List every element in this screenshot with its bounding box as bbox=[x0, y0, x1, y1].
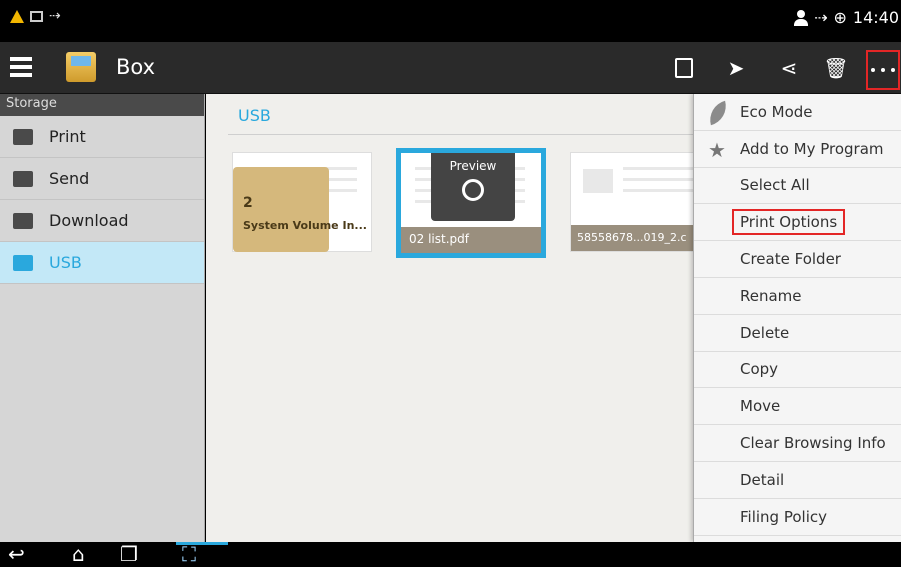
menu-item-select-all[interactable]: Select All bbox=[694, 168, 901, 205]
sidebar-item-print[interactable]: Print bbox=[0, 116, 204, 158]
send-icon[interactable]: ➤ bbox=[722, 54, 750, 82]
menu-item-label: Add to My Program bbox=[740, 139, 884, 158]
app-title: Box bbox=[116, 55, 156, 79]
menu-item-label: Copy bbox=[740, 360, 779, 379]
menu-item-detail[interactable]: Detail bbox=[694, 462, 901, 499]
download-tray-icon bbox=[13, 212, 33, 229]
menu-item-rename[interactable]: Rename bbox=[694, 278, 901, 315]
menu-item-filing-policy[interactable]: Filing Policy bbox=[694, 499, 901, 536]
sidebar-item-usb[interactable]: USB bbox=[0, 242, 204, 284]
menu-item-eco-mode[interactable]: Eco Mode bbox=[694, 94, 901, 131]
usb-status-icon: ⇢ bbox=[814, 8, 828, 27]
back-icon[interactable]: ↩ bbox=[8, 542, 25, 567]
preview-label: Preview bbox=[449, 159, 497, 173]
breadcrumb[interactable]: USB bbox=[238, 106, 271, 125]
print-tray-icon bbox=[13, 128, 33, 145]
sidebar-item-download[interactable]: Download bbox=[0, 200, 204, 242]
file-name: 58558678...019_2.c bbox=[571, 225, 694, 251]
sidebar: Storage Print Send Download USB bbox=[0, 94, 205, 542]
share-icon[interactable]: ⋖ bbox=[775, 54, 803, 82]
menu-item-delete[interactable]: Delete bbox=[694, 315, 901, 352]
print-icon[interactable] bbox=[670, 54, 698, 82]
menu-item-label: Filing Policy bbox=[740, 507, 827, 526]
user-icon bbox=[794, 9, 809, 26]
more-options-icon[interactable] bbox=[866, 50, 900, 90]
menu-item-clear-browsing-info[interactable]: Clear Browsing Info bbox=[694, 425, 901, 462]
sidebar-item-label: Send bbox=[49, 169, 90, 188]
document-thumbnail bbox=[583, 169, 613, 193]
sidebar-item-label: Download bbox=[49, 211, 129, 230]
leaf-icon bbox=[705, 100, 731, 126]
screen-capture-icon[interactable]: ⛶ bbox=[182, 542, 196, 567]
menu-item-label: Move bbox=[740, 397, 781, 416]
breadcrumb-divider bbox=[228, 134, 693, 135]
menu-item-label: Delete bbox=[740, 323, 790, 342]
menu-item-label: Detail bbox=[740, 470, 785, 489]
action-bar: Box ➤ ⋖ 🗑 bbox=[0, 42, 901, 94]
status-bar: ⇢ ⇢ ⊕ 14:40 bbox=[0, 0, 901, 42]
options-menu: Eco Mode ★ Add to My Program Select All … bbox=[693, 94, 901, 542]
menu-item-label: Clear Browsing Info bbox=[740, 434, 886, 453]
home-icon[interactable]: ⌂ bbox=[72, 542, 85, 567]
menu-item-create-folder[interactable]: Create Folder bbox=[694, 241, 901, 278]
warning-icon bbox=[10, 9, 24, 23]
preview-button[interactable]: Preview bbox=[431, 153, 515, 221]
menu-item-print-options[interactable]: Print Options bbox=[694, 204, 901, 242]
sidebar-item-send[interactable]: Send bbox=[0, 158, 204, 200]
menu-item-label: Eco Mode bbox=[740, 102, 813, 121]
sidebar-item-label: USB bbox=[49, 253, 82, 272]
box-app-icon bbox=[66, 52, 96, 82]
send-tray-icon bbox=[13, 170, 33, 187]
trash-icon[interactable]: 🗑 bbox=[822, 54, 850, 82]
folder-count: 2 bbox=[243, 195, 253, 211]
usb-icon bbox=[13, 254, 33, 271]
usb-connection-icon: ⇢ bbox=[49, 8, 61, 24]
document-file-item[interactable]: 58558678...019_2.c bbox=[570, 152, 695, 252]
star-plus-icon: ★ bbox=[708, 137, 726, 162]
zoom-in-icon bbox=[462, 179, 484, 201]
screenshot-icon bbox=[30, 10, 43, 22]
menu-item-label: Create Folder bbox=[740, 250, 841, 269]
recent-apps-icon[interactable]: ❐ bbox=[120, 542, 138, 567]
menu-item-label: Rename bbox=[740, 286, 802, 305]
navigation-bar: ↩ ⌂ ❐ ⛶ bbox=[0, 542, 901, 567]
hamburger-menu-icon[interactable] bbox=[10, 57, 32, 77]
menu-item-copy[interactable]: Copy bbox=[694, 352, 901, 389]
globe-icon: ⊕ bbox=[833, 8, 847, 27]
file-name: 02 list.pdf bbox=[401, 227, 541, 253]
sidebar-item-label: Print bbox=[49, 127, 86, 146]
folder-item[interactable]: 2 System Volume In... bbox=[232, 152, 372, 252]
menu-item-label: Select All bbox=[740, 176, 810, 195]
folder-thumbnail: 2 System Volume In... bbox=[232, 152, 372, 252]
pdf-file-item[interactable]: Preview 02 list.pdf bbox=[396, 148, 546, 258]
sidebar-header: Storage bbox=[0, 94, 204, 116]
menu-item-move[interactable]: Move bbox=[694, 388, 901, 426]
menu-item-add-to-my-program[interactable]: ★ Add to My Program bbox=[694, 131, 901, 168]
menu-item-label: Print Options bbox=[732, 209, 846, 236]
status-time: 14:40 bbox=[852, 8, 899, 27]
folder-name: System Volume In... bbox=[243, 219, 367, 232]
